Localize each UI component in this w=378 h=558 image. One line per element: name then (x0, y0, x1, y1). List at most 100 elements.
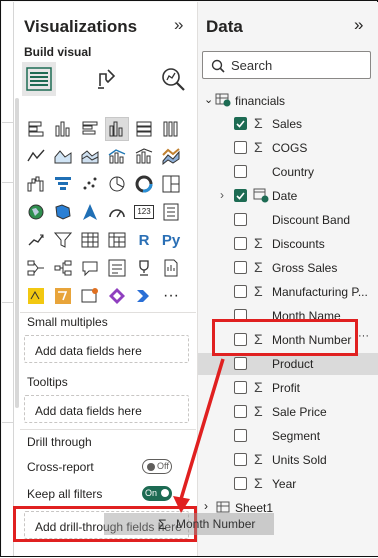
cross-report-toggle[interactable]: Off (142, 459, 172, 474)
field-product[interactable]: Product (198, 353, 378, 375)
goals-trophy-icon[interactable] (132, 256, 156, 280)
multi-row-card-icon[interactable] (159, 200, 183, 224)
pie-chart-icon[interactable] (105, 172, 129, 196)
field-manufacturing-p[interactable]: Σ Manufacturing P... (198, 281, 378, 303)
format-visual-tab[interactable] (90, 62, 124, 96)
waterfall-chart-icon[interactable] (24, 172, 48, 196)
filled-map-icon[interactable] (51, 200, 75, 224)
r-script-visual-icon[interactable]: R (132, 228, 156, 252)
tooltips-label: Tooltips (27, 375, 68, 389)
field-checkbox[interactable] (234, 405, 247, 418)
stacked-area-chart-icon[interactable] (78, 144, 102, 168)
drag-ghost: Σ Month Number (104, 513, 274, 535)
field-checkbox[interactable] (234, 117, 247, 130)
drill-through-label: Drill through (27, 435, 92, 449)
field-label: Sales (272, 117, 303, 131)
field-year[interactable]: Σ Year (198, 473, 378, 495)
field-checkbox[interactable] (234, 237, 247, 250)
visualizations-scrollbar[interactable] (14, 98, 20, 408)
small-multiples-well[interactable]: Add data fields here (24, 335, 189, 363)
field-checkbox[interactable] (234, 429, 247, 442)
power-automate-icon[interactable] (51, 284, 75, 308)
expand-chevron-icon[interactable]: › (220, 188, 224, 202)
treemap-icon[interactable] (159, 172, 183, 196)
funnel-chart-icon[interactable] (51, 172, 75, 196)
stacked-bar-chart-icon[interactable] (24, 117, 48, 141)
slicer-icon[interactable] (51, 228, 75, 252)
line-chart-icon[interactable] (24, 144, 48, 168)
collapse-visualizations-button[interactable]: » (174, 15, 183, 35)
azure-map-icon[interactable] (78, 200, 102, 224)
decomposition-tree-icon[interactable] (51, 256, 75, 280)
python-visual-icon[interactable]: Py (159, 228, 183, 252)
keep-all-filters-toggle[interactable]: On (142, 486, 172, 501)
clustered-bar-chart-icon[interactable] (78, 117, 102, 141)
field-country[interactable]: Country (198, 161, 378, 183)
field-checkbox[interactable] (234, 261, 247, 274)
visualizations-title: Visualizations (24, 17, 138, 36)
field-sale-price[interactable]: Σ Sale Price (198, 401, 378, 423)
tooltips-well[interactable]: Add data fields here (24, 395, 189, 423)
card-icon[interactable]: 123 (132, 200, 156, 224)
field-discounts[interactable]: Σ Discounts (198, 233, 378, 255)
field-cogs[interactable]: Σ COGS (198, 137, 378, 159)
field-checkbox[interactable] (234, 165, 247, 178)
build-visual-tab[interactable] (22, 62, 56, 96)
line-and-clustered-column-icon[interactable] (132, 144, 156, 168)
matrix-icon[interactable] (105, 228, 129, 252)
power-apps-diamond-icon[interactable] (105, 284, 129, 308)
sigma-icon: Σ (254, 259, 263, 275)
narrative-visual-icon[interactable] (105, 256, 129, 280)
field-label: Year (272, 477, 297, 491)
field-checkbox[interactable] (234, 357, 247, 370)
report-canvas-edge (2, 2, 14, 556)
gauge-icon[interactable] (105, 200, 129, 224)
field-checkbox[interactable] (234, 213, 247, 226)
field-checkbox[interactable] (234, 141, 247, 154)
expand-chevron-icon[interactable]: › (204, 499, 208, 513)
analytics-tab[interactable] (156, 62, 190, 96)
smart-narrative-icon[interactable] (78, 284, 102, 308)
field-label: Segment (272, 429, 321, 443)
line-and-column-chart-icon[interactable] (105, 144, 129, 168)
clustered-column-chart-icon[interactable] (105, 117, 129, 141)
table-icon[interactable] (78, 228, 102, 252)
more-options-icon[interactable]: ··· (358, 330, 369, 342)
donut-chart-icon[interactable] (132, 172, 156, 196)
area-chart-icon[interactable] (51, 144, 75, 168)
field-checkbox[interactable] (234, 453, 247, 466)
key-influencers-icon[interactable] (24, 256, 48, 280)
field-discount-band[interactable]: Discount Band (198, 209, 378, 231)
stacked-column-chart-icon[interactable] (51, 117, 75, 141)
field-date[interactable]: › Date (198, 185, 378, 207)
field-label: Units Sold (272, 453, 327, 467)
field-sales[interactable]: Σ Sales (198, 113, 378, 135)
field-checkbox[interactable] (234, 285, 247, 298)
collapse-data-button[interactable]: » (354, 15, 363, 35)
power-automate-arrows-icon[interactable] (132, 284, 156, 308)
field-label: COGS (272, 141, 308, 155)
sigma-icon: Σ (254, 379, 263, 395)
scatter-chart-icon[interactable] (78, 172, 102, 196)
field-units-sold[interactable]: Σ Units Sold (198, 449, 378, 471)
ribbon-chart-icon[interactable] (159, 144, 183, 168)
field-gross-sales[interactable]: Σ Gross Sales (198, 257, 378, 279)
field-label: Discount Band (272, 213, 351, 227)
qa-visual-icon[interactable] (78, 256, 102, 280)
field-checkbox[interactable] (234, 189, 247, 202)
power-apps-icon[interactable] (24, 284, 48, 308)
paginated-report-icon[interactable] (159, 256, 183, 280)
100-stacked-bar-chart-icon[interactable] (132, 117, 156, 141)
search-icon (211, 59, 225, 73)
field-checkbox[interactable] (234, 477, 247, 490)
more-visuals-icon[interactable]: ··· (159, 284, 183, 308)
map-icon[interactable] (24, 200, 48, 224)
field-checkbox[interactable] (234, 381, 247, 394)
search-input[interactable]: Search (202, 51, 371, 79)
table-financials[interactable]: ⌄ financials (198, 90, 378, 112)
collapse-chevron-icon[interactable]: ⌄ (204, 93, 213, 106)
field-profit[interactable]: Σ Profit (198, 377, 378, 399)
field-segment[interactable]: Segment (198, 425, 378, 447)
kpi-icon[interactable] (24, 228, 48, 252)
100-stacked-column-chart-icon[interactable] (159, 117, 183, 141)
